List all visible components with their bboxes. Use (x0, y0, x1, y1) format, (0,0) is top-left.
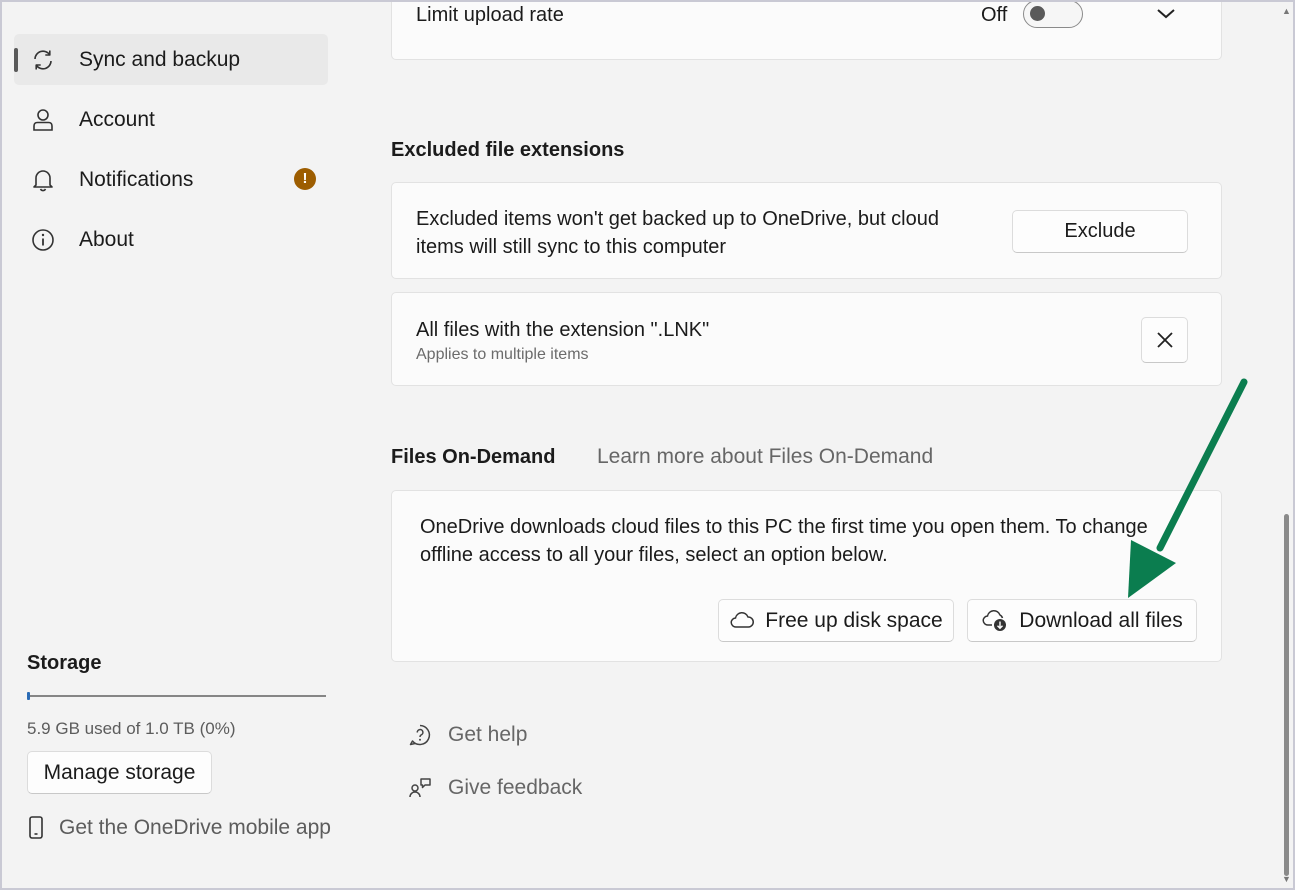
sidebar-item-label: Notifications (79, 167, 194, 191)
excluded-extensions-title: Excluded file extensions (391, 139, 625, 161)
active-indicator (14, 48, 18, 72)
give-feedback-link[interactable]: Give feedback (408, 773, 582, 803)
files-on-demand-title: Files On-Demand (391, 446, 556, 468)
manage-storage-button[interactable]: Manage storage (27, 751, 212, 794)
toggle-knob (1030, 6, 1045, 21)
exclude-button[interactable]: Exclude (1012, 210, 1188, 253)
free-up-disk-space-button[interactable]: Free up disk space (718, 599, 954, 642)
upload-rate-toggle[interactable] (1023, 0, 1083, 28)
sidebar-item-account[interactable]: Account (14, 94, 328, 145)
get-mobile-app-link[interactable]: Get the OneDrive mobile app (27, 814, 331, 842)
upload-rate-toggle-state: Off (981, 4, 1008, 26)
exclude-description-line1: Excluded items won't get backed up to On… (416, 208, 939, 230)
excluded-rule-subtitle: Applies to multiple items (416, 346, 589, 363)
get-help-label: Get help (448, 723, 528, 746)
download-all-files-button[interactable]: Download all files (967, 599, 1197, 642)
get-help-link[interactable]: Get help (408, 720, 527, 750)
person-icon (33, 109, 53, 131)
give-feedback-label: Give feedback (448, 776, 583, 799)
close-icon (1156, 332, 1173, 348)
files-on-demand-description-line1: OneDrive downloads cloud files to this P… (420, 516, 1148, 538)
download-all-files-label: Download all files (1019, 608, 1183, 632)
sidebar-item-sync-and-backup[interactable]: Sync and backup (14, 34, 328, 85)
help-icon (409, 724, 431, 746)
sidebar-item-about[interactable]: About (14, 214, 328, 265)
vertical-scrollbar[interactable]: ▲ ▼ (1280, 2, 1293, 888)
storage-usage-text: 5.9 GB used of 1.0 TB (0%) (27, 719, 236, 738)
get-mobile-app-label: Get the OneDrive mobile app (59, 816, 331, 839)
exclude-description-line2: items will still sync to this computer (416, 236, 727, 258)
sidebar-item-label: Account (79, 107, 155, 131)
sync-icon (34, 50, 52, 70)
feedback-icon (409, 778, 431, 798)
sidebar-item-label: About (79, 227, 134, 251)
phone-icon (29, 816, 43, 839)
scrollbar-thumb[interactable] (1284, 514, 1289, 876)
files-on-demand-description-line2: offline access to all your files, select… (420, 544, 888, 566)
learn-more-files-on-demand-link[interactable]: Learn more about Files On-Demand (597, 445, 933, 469)
scroll-up-arrow-icon[interactable]: ▲ (1281, 6, 1292, 17)
free-up-disk-space-label: Free up disk space (765, 608, 943, 632)
remove-rule-button[interactable] (1141, 317, 1188, 363)
storage-title: Storage (27, 652, 102, 674)
storage-usage-bar (27, 692, 326, 700)
sidebar-item-label: Sync and backup (79, 47, 241, 71)
cloud-icon (730, 611, 755, 628)
upload-rate-label: Limit upload rate (416, 4, 564, 26)
bell-icon (33, 170, 53, 192)
excluded-rule-title: All files with the extension ".LNK" (416, 319, 710, 341)
chevron-down-icon[interactable] (1155, 6, 1177, 22)
storage-usage-fill (27, 692, 30, 700)
scroll-down-arrow-icon[interactable]: ▼ (1281, 874, 1292, 885)
notification-badge: ! (294, 168, 316, 190)
sidebar-item-notifications[interactable]: Notifications ! (14, 154, 328, 205)
cloud-download-icon (982, 609, 1007, 631)
info-icon (32, 229, 54, 251)
